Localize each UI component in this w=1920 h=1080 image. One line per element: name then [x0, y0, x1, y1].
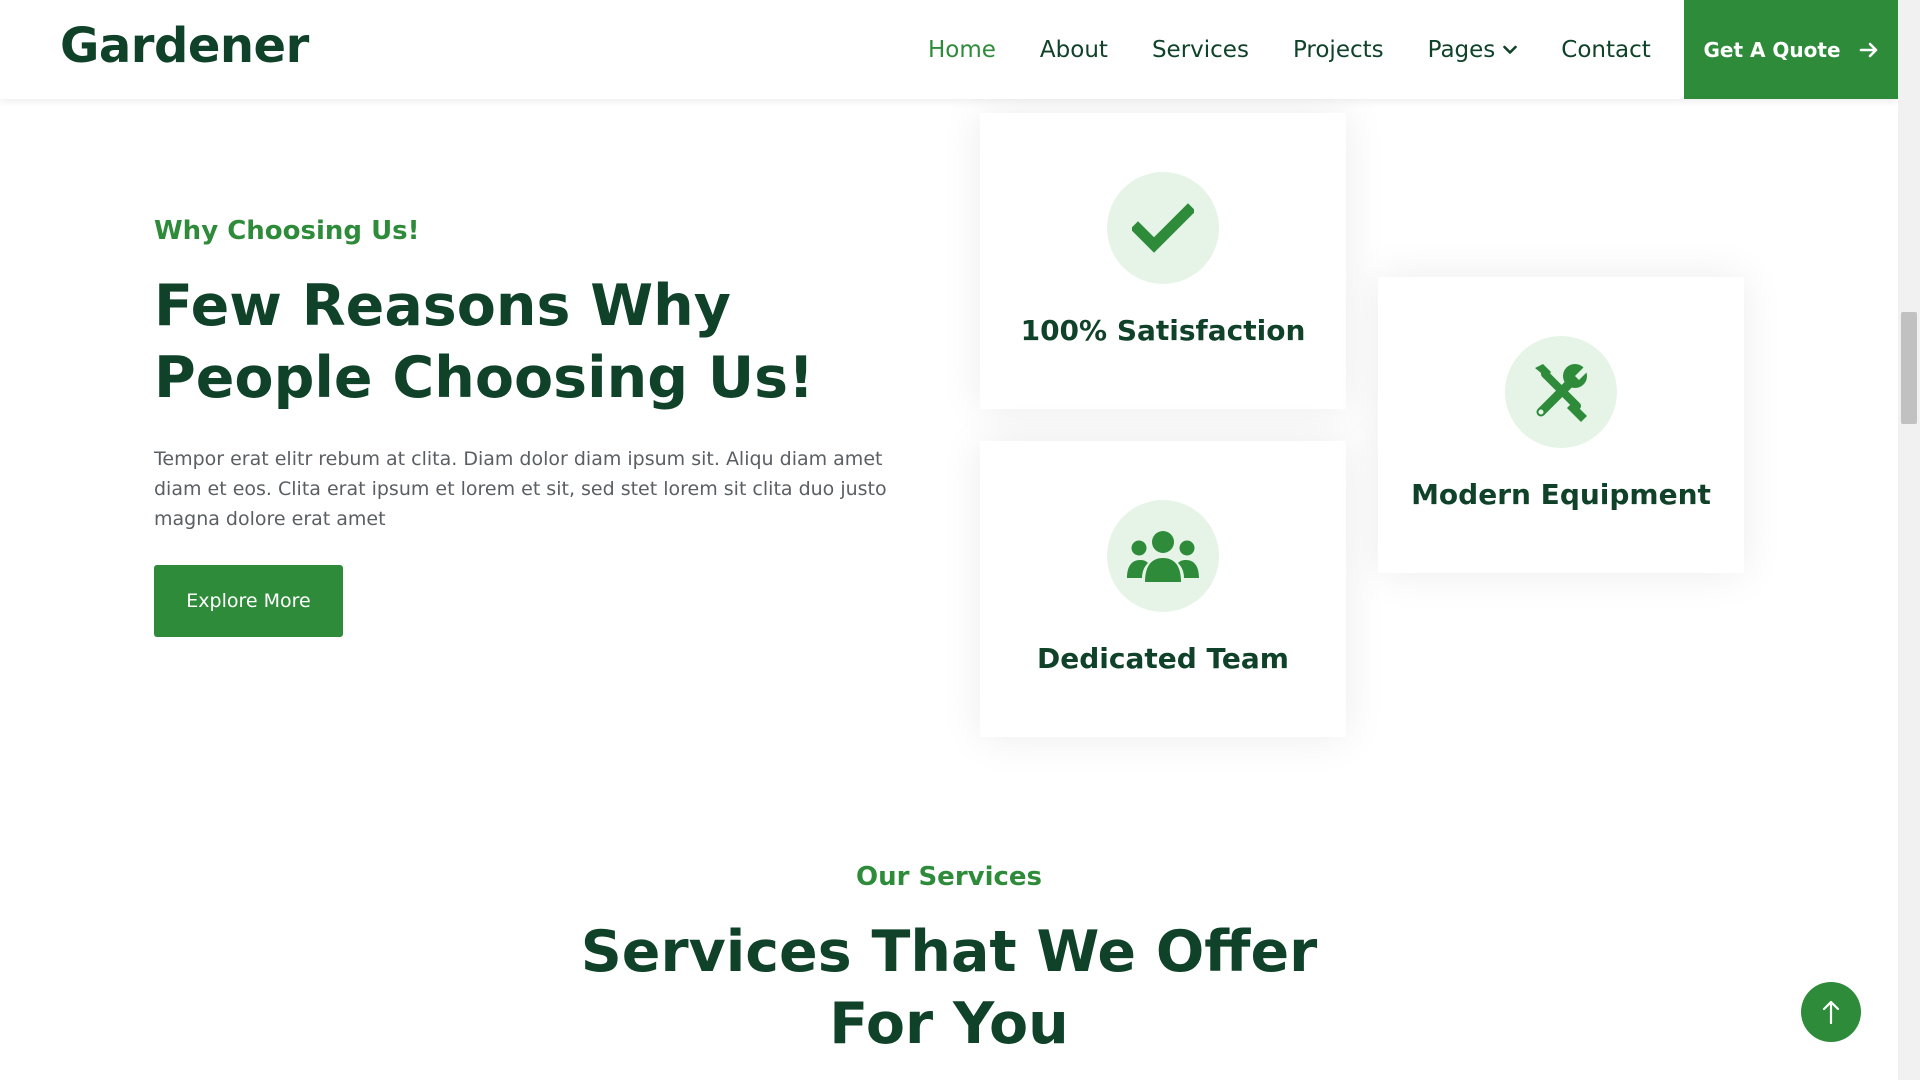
nav-about[interactable]: About: [1040, 37, 1108, 63]
section-paragraph: Tempor erat elitr rebum at clita. Diam d…: [154, 448, 887, 530]
section-headline: Few Reasons Why People Choosing Us!: [154, 273, 815, 411]
explore-more-button[interactable]: Explore More: [154, 565, 343, 637]
arrow-right-icon: [1859, 42, 1877, 57]
brand-logo[interactable]: Gardener: [60, 18, 309, 74]
feature-card-team: Dedicated Team: [980, 441, 1346, 737]
nav-pages[interactable]: Pages: [1428, 37, 1518, 63]
navbar: Gardener Home About Services Projects Pa…: [0, 0, 1898, 99]
get-quote-label: Get A Quote: [1703, 37, 1841, 62]
feature-title: 100% Satisfaction: [1020, 314, 1306, 347]
page: Gardener Home About Services Projects Pa…: [0, 0, 1898, 1080]
arrow-up-icon: [1822, 1000, 1840, 1025]
section-eyebrow: Why Choosing Us!: [154, 216, 420, 246]
services-eyebrow: Our Services: [855, 862, 1043, 892]
scrollbar-thumb[interactable]: [1901, 312, 1917, 424]
nav-projects[interactable]: Projects: [1293, 37, 1384, 63]
main-nav: Home About Services Projects Pages Conta…: [928, 0, 1695, 99]
feature-icon-circle: [1107, 500, 1219, 612]
tools-icon: [1535, 364, 1589, 422]
vertical-scrollbar[interactable]: [1898, 0, 1920, 1080]
check-icon: [1132, 203, 1194, 253]
feature-icon-circle: [1505, 336, 1617, 448]
back-to-top-button[interactable]: [1801, 982, 1861, 1042]
feature-icon-circle: [1107, 172, 1219, 284]
chevron-down-icon: [1503, 45, 1518, 54]
nav-contact[interactable]: Contact: [1561, 37, 1650, 63]
nav-services[interactable]: Services: [1152, 37, 1249, 63]
get-quote-button[interactable]: Get A Quote: [1684, 0, 1898, 99]
feature-title: Modern Equipment: [1411, 478, 1711, 511]
users-icon: [1127, 531, 1199, 582]
feature-card-equipment: Modern Equipment: [1378, 277, 1744, 573]
nav-home[interactable]: Home: [928, 37, 996, 63]
feature-card-satisfaction: 100% Satisfaction: [980, 113, 1346, 409]
nav-pages-label: Pages: [1427, 36, 1496, 63]
feature-title: Dedicated Team: [1037, 642, 1289, 675]
services-title: Services That We Offer For You: [580, 919, 1318, 1057]
